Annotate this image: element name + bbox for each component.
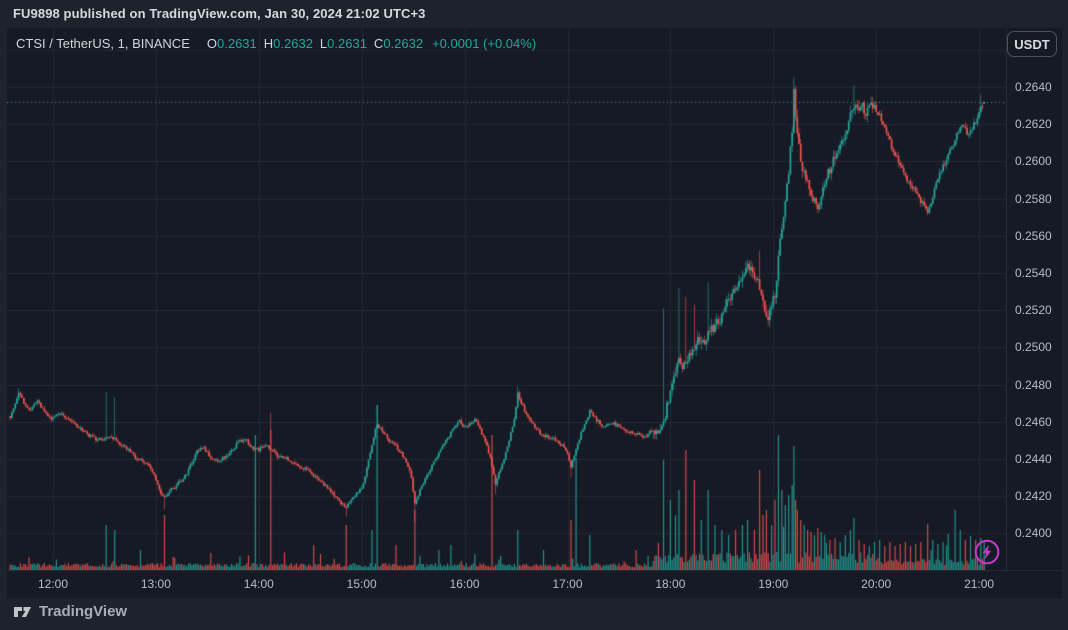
ohlc-value: 0.2631 [327, 36, 367, 51]
tradingview-logo-text: TradingView [39, 603, 127, 620]
time-axis-label: 15:00 [340, 571, 384, 597]
ohlc-label: O [207, 36, 217, 51]
price-axis-label: 0.2400 [1015, 526, 1052, 540]
tradingview-logo-icon [13, 604, 32, 620]
time-axis-label: 19:00 [751, 571, 795, 597]
price-axis-label: 0.2620 [1015, 117, 1052, 131]
time-axis-label: 17:00 [546, 571, 590, 597]
time-axis-label: 18:00 [648, 571, 692, 597]
ohlc-values: O0.2631H0.2632L0.2631C0.2632 [200, 36, 423, 51]
ohlc-label: C [374, 36, 383, 51]
symbol-title: CTSI / TetherUS, 1, BINANCE [16, 36, 190, 51]
price-axis-label: 0.2600 [1015, 154, 1052, 168]
time-axis-label: 21:00 [957, 571, 1001, 597]
price-axis-label: 0.2640 [1015, 80, 1052, 94]
price-axis-label: 0.2520 [1015, 303, 1052, 317]
price-change: +0.0001 (+0.04%) [432, 36, 536, 51]
ohlc-value: 0.2632 [383, 36, 423, 51]
ohlc-value: 0.2631 [217, 36, 257, 51]
time-axis-label: 16:00 [443, 571, 487, 597]
time-axis-label: 20:00 [854, 571, 898, 597]
price-axis-label: 0.2540 [1015, 266, 1052, 280]
chart-surface: 0.2640 0.2620 0.2600 0.2580 0.2560 0.2540 0.25… [7, 28, 1062, 598]
price-axis-label: 0.2420 [1015, 489, 1052, 503]
price-axis-label: 0.2460 [1015, 415, 1052, 429]
price-axis-label: 0.2500 [1015, 340, 1052, 354]
time-axis-label: 12:00 [31, 571, 75, 597]
tradingview-logo[interactable]: TradingView [13, 603, 127, 620]
time-axis-label: 13:00 [134, 571, 178, 597]
tradingview-snapshot: FU9898 published on TradingView.com, Jan… [0, 0, 1068, 630]
attribution-text: FU9898 published on TradingView.com, Jan… [13, 6, 426, 21]
price-axis-label: 0.2560 [1015, 229, 1052, 243]
time-axis[interactable]: 12:00 13:00 14:00 15:00 16:00 17:00 18:00 19:00… [7, 570, 1062, 598]
footer: TradingView [0, 598, 1068, 630]
price-axis[interactable]: 0.2640 0.2620 0.2600 0.2580 0.2560 0.2540 0.25… [1006, 28, 1062, 570]
price-axis-label: 0.2580 [1015, 192, 1052, 206]
candlestick-chart[interactable] [7, 28, 1006, 570]
lightning-icon [973, 538, 1001, 566]
price-axis-label: 0.2440 [1015, 452, 1052, 466]
price-axis-label: 0.2480 [1015, 378, 1052, 392]
ohlc-label: H [264, 36, 273, 51]
currency-toggle-button[interactable]: USDT [1007, 31, 1057, 57]
chart-legend: CTSI / TetherUS, 1, BINANCEO0.2631H0.263… [16, 36, 536, 51]
time-axis-label: 14:00 [237, 571, 281, 597]
ohlc-value: 0.2632 [273, 36, 313, 51]
boost-button[interactable] [973, 538, 1001, 566]
